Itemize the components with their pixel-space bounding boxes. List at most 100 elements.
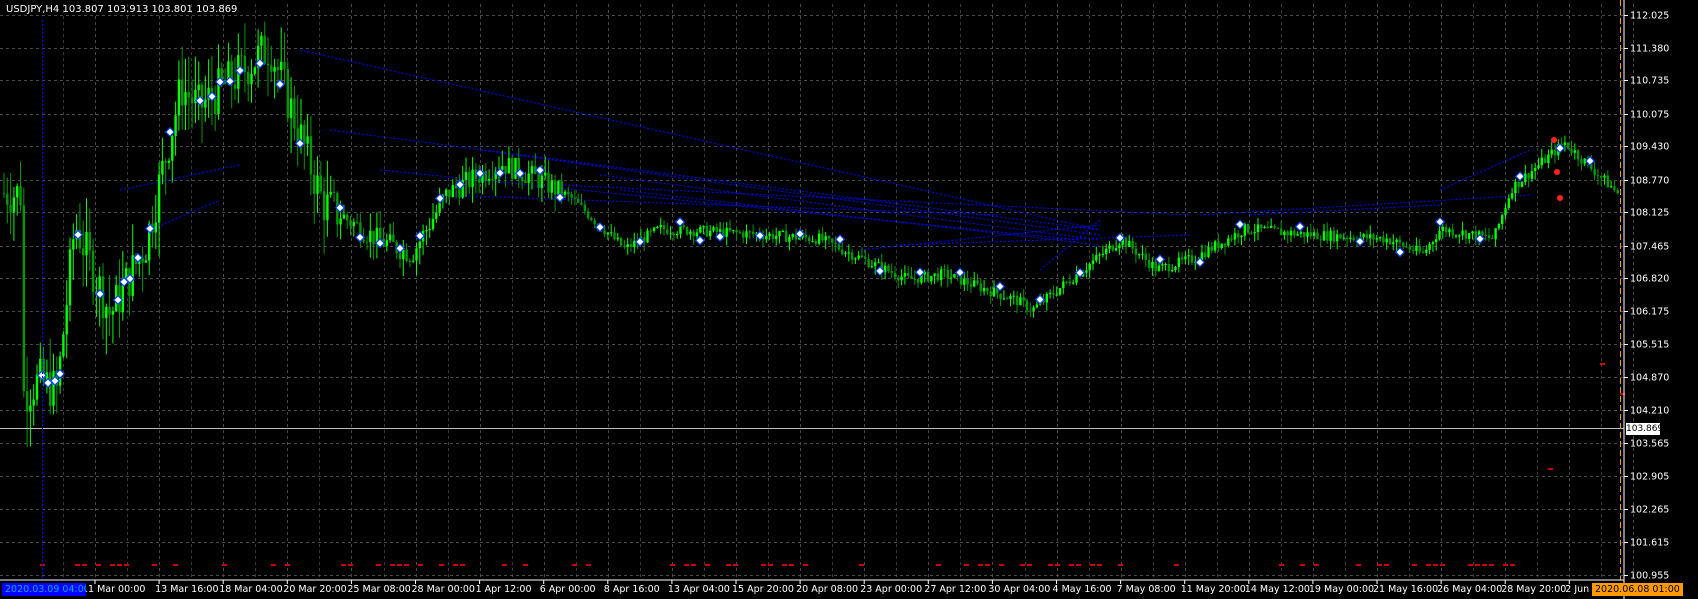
- time-axis-label: 6 Apr 00:00: [539, 584, 596, 595]
- candle-body: [1309, 232, 1312, 237]
- candle-body: [1524, 173, 1527, 183]
- candle-body: [1517, 181, 1520, 188]
- candle-body: [662, 224, 666, 230]
- signal-dot: [152, 564, 157, 566]
- signal-dot: [782, 564, 787, 566]
- candle-body: [1471, 231, 1474, 234]
- time-axis-label: 8 Apr 16:00: [603, 584, 660, 595]
- candle-body: [1190, 255, 1194, 263]
- candle-body: [1616, 189, 1619, 194]
- candle-body: [1507, 198, 1510, 209]
- candle-body: [1530, 171, 1534, 179]
- candle-body: [1428, 244, 1431, 250]
- candle-body: [1352, 237, 1355, 240]
- time-axis-label: 26 May 04:00: [1437, 584, 1503, 595]
- time-axis-label: 11 May 20:00: [1180, 584, 1246, 595]
- candle-body: [372, 230, 375, 245]
- signal-dot: [376, 564, 381, 566]
- candle-body: [1534, 168, 1537, 172]
- candle-body: [577, 198, 580, 203]
- candle-body: [930, 275, 933, 282]
- candle-body: [405, 249, 408, 262]
- price-axis-label: 107.465: [1630, 241, 1670, 252]
- candle-body: [418, 241, 421, 249]
- candle-body: [329, 191, 332, 195]
- candle-body: [428, 229, 431, 231]
- signal-dot: [1412, 564, 1417, 566]
- candle-body: [553, 180, 557, 195]
- candle-body: [276, 67, 280, 71]
- signal-dot: [1503, 564, 1508, 566]
- candle-body: [1385, 238, 1388, 243]
- candle-body: [874, 262, 877, 267]
- candle-body: [1444, 226, 1448, 233]
- candle-body: [613, 232, 616, 240]
- candle-body: [379, 227, 382, 239]
- symbol-info: USDJPY,H4 103.807 103.913 103.801 103.86…: [6, 4, 238, 15]
- candle-body: [1164, 263, 1167, 265]
- candle-body: [583, 204, 586, 212]
- signal-marker: [274, 79, 286, 90]
- candle-body: [1114, 248, 1118, 251]
- trendline: [1039, 219, 1101, 271]
- time-axis-label: 23 Apr 00:00: [860, 584, 923, 595]
- candle-body: [164, 161, 167, 163]
- candle-body: [65, 305, 68, 335]
- candle-body: [306, 136, 309, 144]
- candle-body: [986, 288, 989, 292]
- candle-body: [1243, 223, 1246, 236]
- candle-body: [524, 180, 527, 183]
- candle-body: [616, 237, 619, 240]
- candle-body: [527, 173, 530, 183]
- candle-body: [82, 248, 85, 256]
- candle-body: [718, 229, 722, 232]
- candle-body: [491, 178, 494, 180]
- signal-dot: [768, 564, 773, 566]
- signal-dot: [1489, 564, 1494, 566]
- candle-body: [992, 287, 996, 297]
- candle-body: [1177, 257, 1180, 267]
- candle-body: [1392, 242, 1395, 244]
- candle-body: [154, 222, 157, 233]
- trendline: [479, 149, 1101, 236]
- candle-body: [629, 244, 633, 248]
- candle-body: [1048, 292, 1052, 294]
- time-marker-label: 2020.06.08 01:00: [1592, 583, 1683, 596]
- candle-body: [669, 233, 672, 235]
- candle-body: [365, 241, 369, 243]
- candle-body: [1418, 245, 1421, 252]
- signal-dot: [110, 564, 115, 566]
- candle-body: [969, 284, 973, 287]
- candle-body: [1154, 262, 1157, 272]
- candle-body: [907, 272, 910, 276]
- price-axis-label: 101.615: [1630, 537, 1670, 548]
- candle-body: [1501, 215, 1504, 225]
- candle-body: [827, 236, 831, 239]
- candle-body: [1319, 239, 1322, 241]
- signal-marker: [954, 267, 966, 278]
- price-chart[interactable]: [0, 0, 1698, 599]
- candle-body: [1537, 165, 1540, 169]
- candle-body: [547, 172, 550, 193]
- candle-body: [1128, 240, 1131, 247]
- candle-body: [854, 258, 857, 260]
- candle-body: [1233, 233, 1237, 240]
- candle-body: [19, 186, 22, 206]
- candle-body: [322, 191, 326, 221]
- candle-body: [108, 306, 111, 315]
- candle-body: [1332, 230, 1336, 242]
- candle-body: [1365, 234, 1369, 239]
- candle-body: [910, 275, 913, 279]
- candle-body: [1540, 157, 1543, 166]
- signal-dot: [1069, 564, 1074, 566]
- signal-dot: [117, 564, 122, 566]
- time-axis-label: 13 Apr 04:00: [667, 584, 730, 595]
- candle-body: [791, 234, 794, 238]
- signal-dot: [390, 564, 395, 566]
- candle-body: [1593, 169, 1596, 176]
- time-axis-label: 28 Mar 00:00: [411, 584, 475, 595]
- signal-marker: [1584, 155, 1596, 167]
- candle-body: [1494, 228, 1497, 240]
- candle-body: [435, 212, 438, 219]
- candle-body: [999, 293, 1002, 299]
